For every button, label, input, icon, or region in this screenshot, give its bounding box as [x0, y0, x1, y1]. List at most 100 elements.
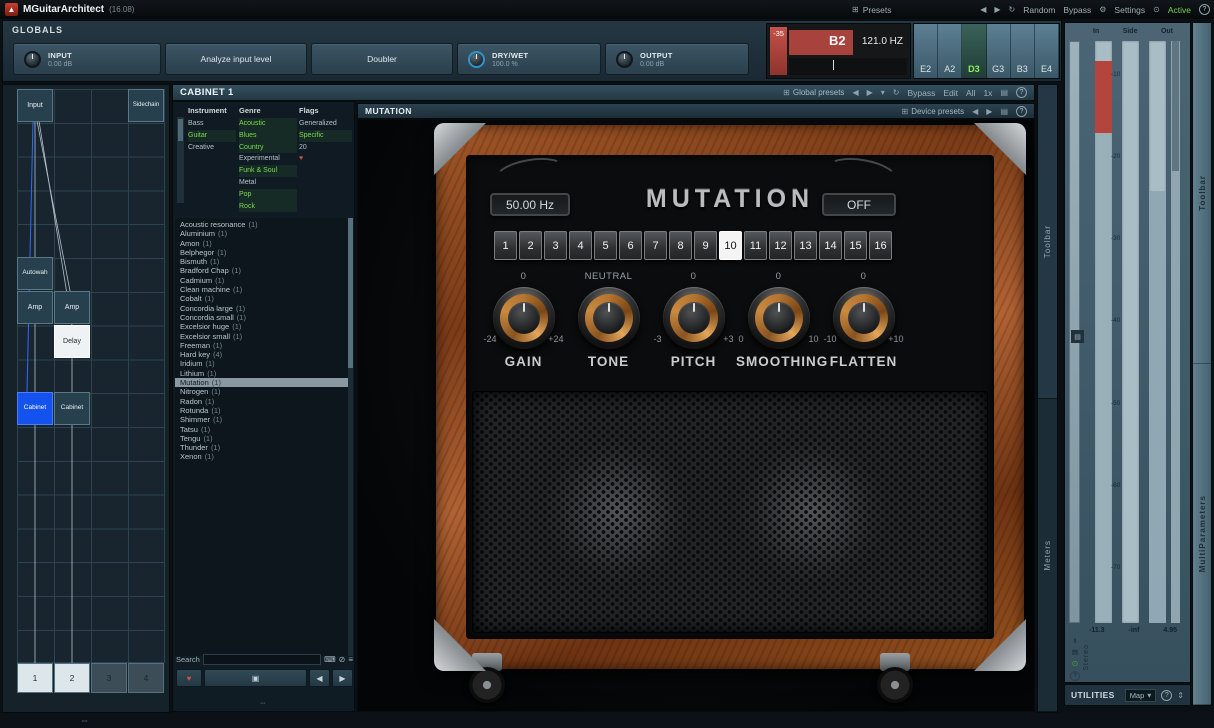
filter-genre-item[interactable]: Pop	[239, 189, 297, 201]
filter-flag-item[interactable]: 20	[299, 142, 352, 154]
global-presets-menu[interactable]: ⊞ Global presets	[783, 88, 844, 97]
preset-row[interactable]: Belphegor(1)	[175, 248, 349, 257]
tuner-string[interactable]: D3	[962, 24, 986, 78]
frequency-display[interactable]: 50.00 Hz	[490, 193, 570, 216]
band-number-button[interactable]: 1	[494, 231, 517, 260]
tab-toolbar[interactable]: Toolbar	[1038, 85, 1057, 399]
knob[interactable]	[663, 287, 725, 349]
filter-instrument-item[interactable]: Bass	[188, 118, 236, 130]
band-number-button[interactable]: 9	[694, 231, 717, 260]
stereo-mode-tab[interactable]: Stereo	[1083, 635, 1090, 679]
updown-icon[interactable]: ⇕	[1177, 691, 1184, 700]
chain-slot-button[interactable]: 3	[91, 663, 127, 693]
next-preset-button[interactable]: ▶	[332, 669, 353, 687]
node-cabinet-selected[interactable]: Cabinet	[17, 392, 53, 425]
filter-scrollbar[interactable]	[177, 117, 184, 203]
preset-row[interactable]: Bismuth(1)	[175, 257, 349, 266]
tab-meters[interactable]: Meters	[1038, 399, 1057, 713]
band-number-button[interactable]: 11	[744, 231, 767, 260]
next-preset-icon[interactable]: ▶	[867, 88, 873, 97]
pause-icon[interactable]: ‖	[1074, 638, 1077, 645]
input-level-meter[interactable]	[1095, 41, 1112, 623]
loop-icon[interactable]: ↻	[1009, 5, 1016, 14]
preset-row[interactable]: Freeman(1)	[175, 341, 349, 350]
input-knob[interactable]	[24, 51, 41, 68]
filter-flag-item[interactable]: Generalized	[299, 118, 352, 130]
preset-row[interactable]: Concordia large(1)	[175, 304, 349, 313]
filter-genre-item[interactable]: Acoustic	[239, 118, 297, 130]
filter-genre-item[interactable]: Blues	[239, 130, 297, 142]
keyboard-icon[interactable]: ⌨	[324, 655, 336, 664]
filter-instrument-item[interactable]: Guitar	[188, 130, 236, 142]
preset-row[interactable]: Thunder(1)	[175, 443, 349, 452]
filter-flag-item[interactable]: Specific	[299, 130, 352, 142]
preset-row[interactable]: Clean machine(1)	[175, 285, 349, 294]
preset-row[interactable]: Nitrogen(1)	[175, 387, 349, 396]
node-input[interactable]: Input	[17, 89, 53, 122]
presets-menu[interactable]: ⊞ Presets	[852, 0, 892, 19]
prev-arrow-icon[interactable]: ◀	[980, 5, 986, 14]
next-arrow-icon[interactable]: ▶	[994, 5, 1000, 14]
chevron-down-icon[interactable]: ▾	[881, 88, 885, 97]
prev-preset-button[interactable]: ◀	[309, 669, 330, 687]
node-sidechain[interactable]: Sidechain	[128, 89, 164, 122]
preset-bank-button[interactable]: ▣	[204, 669, 307, 687]
node-amp[interactable]: Amp	[17, 291, 53, 324]
randomize-icon[interactable]: ↻	[893, 88, 900, 97]
knob[interactable]	[493, 287, 555, 349]
output-knob[interactable]	[616, 51, 633, 68]
tab-multiparameters[interactable]: MultiParameters	[1193, 364, 1211, 705]
tuner-string[interactable]: A2	[938, 24, 962, 78]
browser-resize-handle[interactable]: ⇔	[259, 698, 267, 707]
cabinet-bypass-button[interactable]: Bypass	[907, 88, 935, 98]
node-grid[interactable]	[17, 89, 165, 663]
filter-genre-item[interactable]: Metal	[239, 177, 297, 189]
preset-row[interactable]: Rotunda(1)	[175, 406, 349, 415]
node-autowah[interactable]: Autowah	[17, 257, 53, 290]
cabinet-help-icon[interactable]: ?	[1016, 87, 1027, 98]
preset-row[interactable]: Acoustic resonance(1)	[175, 220, 349, 229]
filter-genre-item[interactable]: Rock	[239, 201, 297, 213]
utilities-help-icon[interactable]: ?	[1161, 690, 1172, 701]
band-number-button[interactable]: 15	[844, 231, 867, 260]
output-level-meter[interactable]	[1149, 41, 1166, 623]
drywet-knob[interactable]	[468, 51, 485, 68]
settings-button[interactable]: Settings	[1114, 5, 1145, 15]
cabinet-edit-button[interactable]: Edit	[943, 88, 958, 98]
knob[interactable]	[578, 287, 640, 349]
panel-icon[interactable]: ▤	[1072, 648, 1078, 656]
tab-toolbar-outer[interactable]: Toolbar	[1193, 23, 1211, 364]
preset-row[interactable]: Shimmer(1)	[175, 415, 349, 424]
preset-row[interactable]: Cobalt(1)	[175, 294, 349, 303]
filter-genre-item[interactable]: Experimental	[239, 153, 297, 165]
device-presets-menu[interactable]: ⊞ Device presets	[902, 107, 965, 116]
prev-device-preset-icon[interactable]: ◀	[972, 107, 978, 116]
band-number-button[interactable]: 16	[869, 231, 892, 260]
band-number-button[interactable]: 6	[619, 231, 642, 260]
tuner-string[interactable]: B3	[1011, 24, 1035, 78]
filter-genre-item[interactable]: Country	[239, 142, 297, 154]
input-gain-control[interactable]: INPUT 0.00 dB	[13, 43, 161, 75]
preset-row[interactable]: Mutation(1)	[175, 378, 349, 387]
filter-flag-item[interactable]: ♥	[299, 153, 352, 165]
meter-zoom-handle[interactable]: ▤	[1071, 330, 1084, 343]
meter-help-icon[interactable]: ?	[1070, 671, 1080, 681]
prev-preset-icon[interactable]: ◀	[852, 88, 858, 97]
node-amp[interactable]: Amp	[54, 291, 90, 324]
output-gain-control[interactable]: OUTPUT 0.00 dB	[605, 43, 749, 75]
clear-search-icon[interactable]: ⊘	[339, 655, 346, 664]
band-number-button[interactable]: 2	[519, 231, 542, 260]
band-number-button[interactable]: 3	[544, 231, 567, 260]
tuner-string[interactable]: E2	[914, 24, 938, 78]
active-button[interactable]: Active	[1168, 5, 1191, 15]
power-icon[interactable]: ⊙	[1153, 5, 1160, 14]
cabinet-all-button[interactable]: All	[966, 88, 975, 98]
bypass-button[interactable]: Bypass	[1063, 5, 1091, 15]
map-dropdown[interactable]: Map ▾	[1125, 689, 1157, 702]
next-device-preset-icon[interactable]: ▶	[986, 107, 992, 116]
cabinet-1x-button[interactable]: 1x	[983, 88, 992, 98]
preset-row[interactable]: Iridium(1)	[175, 359, 349, 368]
melda-logo-icon[interactable]: ▲	[5, 3, 18, 16]
band-number-button[interactable]: 7	[644, 231, 667, 260]
preset-row[interactable]: Excelsior small(1)	[175, 332, 349, 341]
